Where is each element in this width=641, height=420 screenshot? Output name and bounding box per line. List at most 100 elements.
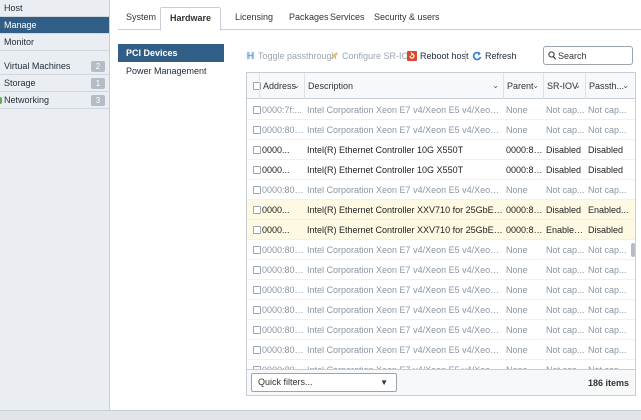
- table-row[interactable]: 0000:80:... Intel Corporation Xeon E7 v4/…: [247, 240, 635, 260]
- search-input[interactable]: [558, 48, 630, 63]
- nav-item-storage[interactable]: Storage 1: [0, 75, 109, 92]
- tab-services[interactable]: Services: [330, 9, 365, 30]
- table-row[interactable]: 0000:80:... Intel Corporation Xeon E7 v4/…: [247, 360, 635, 370]
- column-address[interactable]: Address ⌄: [259, 73, 304, 99]
- subnav-pci-devices[interactable]: PCI Devices: [118, 44, 224, 62]
- passthrough-cell: Not cap...: [588, 185, 627, 195]
- table-row[interactable]: 0000:80:... Intel Corporation Xeon E7 v4/…: [247, 280, 635, 300]
- sriov-cell: Disabled: [546, 145, 582, 155]
- passthrough-cell: Not cap...: [588, 125, 627, 135]
- sriov-cell: Enabled...: [546, 225, 585, 235]
- passthrough-cell: Not cap...: [588, 245, 627, 255]
- passthrough-cell: Not cap...: [588, 305, 627, 315]
- sriov-cell: Not cap...: [546, 365, 585, 370]
- parent-cell: None: [506, 365, 528, 370]
- address-cell: 0000:80:...: [262, 125, 304, 135]
- address-cell: 0000:7f:...: [262, 105, 303, 115]
- reboot-icon: [407, 50, 417, 61]
- tab-system[interactable]: System: [126, 9, 156, 30]
- grid-scrollbar-thumb[interactable]: [631, 243, 635, 257]
- tab-hardware[interactable]: Hardware: [160, 7, 222, 31]
- tab-security-users[interactable]: Security & users: [374, 9, 440, 30]
- table-row[interactable]: 0000:80:... Intel Corporation Xeon E7 v4/…: [247, 260, 635, 280]
- sriov-cell: Not cap...: [546, 285, 585, 295]
- table-row[interactable]: 0000:80:... Intel Corporation Xeon E7 v4/…: [247, 180, 635, 200]
- description-cell: Intel Corporation Xeon E7 v4/Xeon E5 v4/…: [307, 365, 503, 370]
- quick-filters-select[interactable]: Quick filters... ▼: [251, 373, 397, 392]
- passthrough-cell: Not cap...: [588, 365, 627, 370]
- nav-item-manage[interactable]: Manage: [0, 17, 109, 34]
- sriov-cell: Not cap...: [546, 105, 585, 115]
- toolbar-separator: [465, 50, 466, 62]
- pencil-icon: [330, 52, 339, 60]
- hardware-subnav: PCI Devices Power Management: [118, 44, 224, 80]
- passthrough-cell: Enabled...: [588, 205, 629, 215]
- passthrough-cell: Not cap...: [588, 325, 627, 335]
- passthrough-cell: Disabled: [588, 165, 624, 175]
- description-cell: Intel(R) Ethernet Controller XXV710 for …: [307, 225, 503, 235]
- subnav-power-management[interactable]: Power Management: [118, 62, 224, 80]
- description-cell: Intel Corporation Xeon E7 v4/Xeon E5 v4/…: [307, 325, 503, 335]
- sriov-cell: Disabled: [546, 205, 582, 215]
- search-box[interactable]: [543, 46, 633, 65]
- sriov-cell: Not cap...: [546, 345, 585, 355]
- column-parent[interactable]: Parent ⌄: [503, 73, 543, 99]
- configure-sriov-button[interactable]: Configure SR-IOV: [330, 48, 415, 64]
- grid-header: Address ⌄ Description ⌄ Parent ⌄ SR-IOV ⌄ Pa…: [247, 73, 635, 99]
- column-description[interactable]: Description ⌄: [304, 73, 503, 99]
- address-cell: 0000...: [262, 145, 290, 155]
- grid-scrollbar[interactable]: [630, 98, 636, 370]
- nav-item-monitor[interactable]: Monitor: [0, 34, 109, 51]
- reboot-host-button[interactable]: Reboot host: [407, 48, 469, 64]
- address-cell: 0000:80:...: [262, 245, 304, 255]
- description-cell: Intel Corporation Xeon E7 v4/Xeon E5 v4/…: [307, 245, 503, 255]
- description-cell: Intel Corporation Xeon E7 v4/Xeon E5 v4/…: [307, 345, 503, 355]
- sriov-cell: Not cap...: [546, 325, 585, 335]
- table-row[interactable]: 0000:80:... Intel Corporation Xeon E7 v4/…: [247, 300, 635, 320]
- search-icon: [548, 51, 556, 60]
- chevron-down-icon: ⌄: [492, 81, 499, 90]
- table-row[interactable]: 0000:7f:... Intel Corporation Xeon E7 v4/…: [247, 100, 635, 120]
- pci-devices-grid: Address ⌄ Description ⌄ Parent ⌄ SR-IOV ⌄ Pa…: [246, 72, 636, 370]
- sriov-cell: Not cap...: [546, 125, 585, 135]
- status-bar: [0, 410, 641, 420]
- table-row[interactable]: 0000... Intel(R) Ethernet Controller XXV7…: [247, 220, 635, 240]
- navigator-panel: Host Manage Monitor Virtual Machines 2 S…: [0, 0, 110, 420]
- tab-packages[interactable]: Packages: [289, 9, 329, 30]
- nav-gap: [0, 51, 109, 58]
- description-cell: Intel(R) Ethernet Controller 10G X550T: [307, 145, 464, 155]
- address-cell: 0000:80:...: [262, 345, 304, 355]
- passthrough-cell: Not cap...: [588, 265, 627, 275]
- passthrough-cell: Disabled: [588, 145, 624, 155]
- chevron-down-icon: ⌄: [574, 81, 581, 90]
- tab-licensing[interactable]: Licensing: [235, 9, 273, 30]
- chevron-down-icon: ⌄: [532, 81, 539, 90]
- table-row[interactable]: 0000... Intel(R) Ethernet Controller 10G …: [247, 160, 635, 180]
- description-cell: Intel(R) Ethernet Controller XXV710 for …: [307, 205, 503, 215]
- sriov-cell: Not cap...: [546, 245, 585, 255]
- passthrough-cell: Not cap...: [588, 285, 627, 295]
- table-row[interactable]: 0000:80:... Intel Corporation Xeon E7 v4/…: [247, 120, 635, 140]
- table-row[interactable]: 0000... Intel(R) Ethernet Controller XXV7…: [247, 200, 635, 220]
- nav-item-host[interactable]: Host: [0, 0, 109, 17]
- parent-cell: 0000:80...: [506, 165, 543, 175]
- toggle-passthrough-button[interactable]: Toggle passthrough: [246, 48, 337, 64]
- address-cell: 0000...: [262, 165, 290, 175]
- parent-cell: 0000:80...: [506, 205, 543, 215]
- table-row[interactable]: 0000:80:... Intel Corporation Xeon E7 v4/…: [247, 340, 635, 360]
- passthrough-icon: [246, 52, 255, 60]
- sriov-cell: Not cap...: [546, 185, 585, 195]
- column-passthrough[interactable]: Passth... ⌄: [585, 73, 633, 99]
- address-cell: 0000:80:...: [262, 305, 304, 315]
- description-cell: Intel(R) Ethernet Controller 10G X550T: [307, 165, 464, 175]
- nav-item-virtual-machines[interactable]: Virtual Machines 2: [0, 58, 109, 75]
- column-sriov[interactable]: SR-IOV ⌄: [543, 73, 585, 99]
- caret-down-icon: ▼: [380, 378, 388, 387]
- address-cell: 0000...: [262, 225, 290, 235]
- nav-item-networking[interactable]: Networking 3: [0, 92, 109, 109]
- chevron-down-icon: ⌄: [622, 81, 629, 90]
- table-row[interactable]: 0000... Intel(R) Ethernet Controller 10G …: [247, 140, 635, 160]
- table-row[interactable]: 0000:80:... Intel Corporation Xeon E7 v4/…: [247, 320, 635, 340]
- refresh-button[interactable]: Refresh: [472, 48, 517, 64]
- grid-footer: Quick filters... ▼ 186 items: [246, 370, 636, 396]
